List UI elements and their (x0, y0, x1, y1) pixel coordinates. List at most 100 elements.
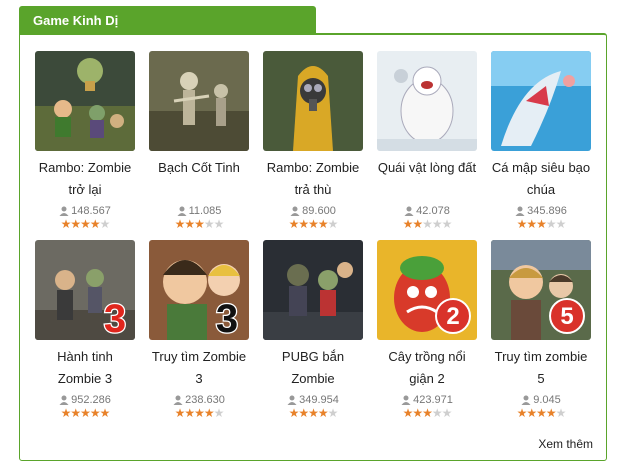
game-title[interactable]: Bạch Cốt Tinh (144, 157, 254, 201)
game-title[interactable]: Rambo: Zombie trả thù (258, 157, 368, 201)
game-card[interactable]: Quái vật lòng đất 42.078 ★★★★★ (372, 51, 482, 230)
game-title-line1[interactable]: Cây trồng nổi (372, 346, 482, 368)
game-card[interactable]: 3 Hành tinh Zombie 3 952.286 ★★★★★ (30, 240, 140, 419)
play-count-value: 952.286 (71, 394, 111, 406)
star-filled-icon: ★ (308, 406, 319, 420)
rating-stars: ★★★★★ (144, 218, 254, 230)
game-thumbnail[interactable]: 5 (491, 240, 591, 340)
game-title-line1[interactable]: Rambo: Zombie (258, 157, 368, 179)
user-icon (515, 206, 525, 216)
star-empty-icon: ★ (441, 406, 453, 420)
game-title-line1[interactable]: Truy tìm zombie (486, 346, 596, 368)
user-icon (173, 395, 183, 405)
game-title-line2[interactable]: 3 (144, 368, 254, 390)
rating-stars: ★★★★★ (486, 218, 596, 230)
game-thumbnail[interactable]: 3 (35, 240, 135, 340)
game-title-line1[interactable]: Quái vật lòng đất (372, 157, 482, 179)
star-filled-icon: ★ (60, 217, 72, 231)
game-card[interactable]: 5 Truy tìm zombie 5 9.045 ★★★★★ (486, 240, 596, 419)
game-title-line1[interactable]: Bạch Cốt Tinh (144, 157, 254, 179)
game-title[interactable]: Cây trồng nổi giận 2 (372, 346, 482, 390)
game-title-line2[interactable]: Zombie 3 (30, 368, 140, 390)
game-card[interactable]: Cá mập siêu bạo chúa 345.896 ★★★★★ (486, 51, 596, 230)
play-count-value: 11.085 (188, 205, 222, 217)
game-title[interactable]: Quái vật lòng đất (372, 157, 482, 201)
game-title-line1[interactable]: Truy tìm Zombie (144, 346, 254, 368)
game-card[interactable]: Rambo: Zombie trở lại 148.567 ★★★★★ (30, 51, 140, 230)
game-thumbnail[interactable] (263, 51, 363, 151)
user-icon (404, 206, 414, 216)
star-empty-icon: ★ (431, 406, 443, 420)
play-count-value: 345.896 (527, 205, 567, 217)
star-filled-icon: ★ (545, 406, 557, 420)
game-card[interactable]: 2 Cây trồng nổi giận 2 423.971 ★★★★★ (372, 240, 482, 419)
game-thumbnail[interactable] (149, 51, 249, 151)
star-empty-icon: ★ (555, 217, 567, 231)
star-empty-icon: ★ (327, 406, 339, 420)
star-filled-icon: ★ (412, 217, 423, 231)
game-thumbnail[interactable] (263, 240, 363, 340)
game-title-line1[interactable]: Hành tinh (30, 346, 140, 368)
game-title-line2[interactable]: giận 2 (372, 368, 482, 390)
play-count-value: 9.045 (533, 394, 561, 406)
game-card[interactable]: Bạch Cốt Tinh 11.085 ★★★★★ (144, 51, 254, 230)
game-thumbnail[interactable] (491, 51, 591, 151)
game-title[interactable]: Truy tìm zombie 5 (486, 346, 596, 390)
star-empty-icon: ★ (99, 217, 111, 231)
game-thumbnail[interactable] (35, 51, 135, 151)
game-title-line1[interactable]: Cá mập siêu bạo (486, 157, 596, 179)
game-title-line2[interactable]: 5 (486, 368, 596, 390)
game-title-line2[interactable]: trả thù (258, 179, 368, 201)
game-section: Game Kinh Dị Rambo: Zombie trở lại 148.567… (0, 0, 628, 468)
star-filled-icon: ★ (526, 406, 537, 420)
star-filled-icon: ★ (288, 406, 300, 420)
star-filled-icon: ★ (60, 406, 72, 420)
star-filled-icon: ★ (317, 217, 329, 231)
star-filled-icon: ★ (516, 406, 528, 420)
svg-text:2: 2 (446, 303, 459, 330)
star-filled-icon: ★ (70, 406, 81, 420)
game-title[interactable]: Rambo: Zombie trở lại (30, 157, 140, 201)
game-title-line2[interactable]: Zombie (258, 368, 368, 390)
star-empty-icon: ★ (422, 217, 433, 231)
game-thumbnail[interactable]: 3 (149, 240, 249, 340)
star-empty-icon: ★ (213, 217, 225, 231)
game-title-line1[interactable]: PUBG bắn (258, 346, 368, 368)
star-empty-icon: ★ (327, 217, 339, 231)
user-icon (290, 206, 300, 216)
play-count: 11.085 (144, 204, 254, 218)
rating-stars: ★★★★★ (30, 407, 140, 419)
star-filled-icon: ★ (99, 406, 111, 420)
game-title[interactable]: Truy tìm Zombie 3 (144, 346, 254, 390)
game-title-line2[interactable]: trở lại (30, 179, 140, 201)
game-thumbnail[interactable]: 2 (377, 240, 477, 340)
star-empty-icon: ★ (431, 217, 443, 231)
star-filled-icon: ★ (184, 406, 195, 420)
game-title-line2[interactable]: chúa (486, 179, 596, 201)
star-filled-icon: ★ (412, 406, 423, 420)
star-filled-icon: ★ (402, 406, 414, 420)
play-count: 148.567 (30, 204, 140, 218)
user-icon (177, 206, 187, 216)
user-icon (401, 395, 411, 405)
rating-stars: ★★★★★ (486, 407, 596, 419)
game-card[interactable]: Rambo: Zombie trả thù 89.600 ★★★★★ (258, 51, 368, 230)
play-count: 423.971 (372, 393, 482, 407)
star-filled-icon: ★ (402, 217, 414, 231)
game-title[interactable]: Cá mập siêu bạo chúa (486, 157, 596, 201)
game-title-line1[interactable]: Rambo: Zombie (30, 157, 140, 179)
rating-stars: ★★★★★ (372, 407, 482, 419)
see-more-link[interactable]: Xem thêm (538, 437, 593, 451)
play-count-value: 423.971 (413, 394, 453, 406)
star-filled-icon: ★ (174, 406, 186, 420)
game-thumbnail[interactable] (377, 51, 477, 151)
svg-text:3: 3 (216, 297, 238, 340)
play-count-value: 349.954 (299, 394, 339, 406)
game-card[interactable]: PUBG bắn Zombie 349.954 ★★★★★ (258, 240, 368, 419)
star-filled-icon: ★ (422, 406, 433, 420)
game-card[interactable]: 3 Truy tìm Zombie 3 238.630 ★★★★★ (144, 240, 254, 419)
play-count-value: 238.630 (185, 394, 225, 406)
game-title[interactable]: Hành tinh Zombie 3 (30, 346, 140, 390)
game-title[interactable]: PUBG bắn Zombie (258, 346, 368, 390)
user-icon (59, 395, 69, 405)
